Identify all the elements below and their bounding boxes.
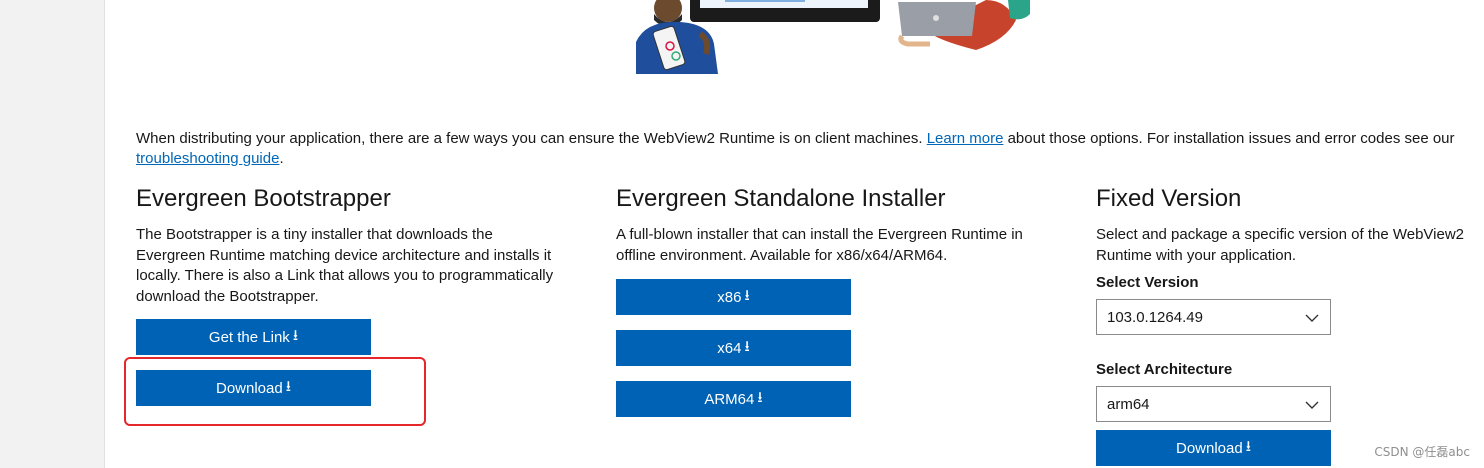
intro-text-3: . (279, 150, 284, 167)
troubleshooting-guide-link[interactable]: troubleshooting guide (136, 150, 279, 167)
fixed-version-title: Fixed Version (1096, 185, 1242, 212)
fixed-version-download-label: Download (1176, 439, 1243, 457)
x86-label: x86 (717, 288, 742, 306)
hero-illustration (636, 0, 1030, 74)
download-arrow-icon: ⭳ (744, 337, 750, 355)
get-the-link-button[interactable]: Get the Link ⭳ (136, 319, 371, 355)
arm64-download-button[interactable]: ARM64 ⭳ (616, 381, 851, 417)
architecture-select-value: arm64 (1107, 395, 1150, 413)
architecture-select[interactable]: arm64 (1096, 386, 1331, 422)
fixed-version-section: Fixed Version Select and package a speci… (1096, 183, 1466, 266)
standalone-title: Evergreen Standalone Installer (616, 185, 946, 212)
standalone-description: A full-blown installer that can install … (616, 226, 1023, 264)
arm64-label: ARM64 (704, 390, 755, 408)
download-arrow-icon: ⭳ (292, 326, 299, 344)
select-version-label: Select Version (1096, 274, 1199, 291)
get-the-link-label: Get the Link (208, 328, 290, 346)
bootstrapper-section: Evergreen Bootstrapper The Bootstrapper … (136, 183, 566, 307)
version-select[interactable]: 103.0.1264.49 (1096, 299, 1331, 335)
red-highlight-box (124, 357, 426, 426)
download-arrow-icon: ⭳ (1245, 437, 1251, 455)
x64-download-button[interactable]: x64 ⭳ (616, 330, 851, 366)
chevron-down-icon (1305, 314, 1319, 322)
x86-download-button[interactable]: x86 ⭳ (616, 279, 851, 315)
fixed-version-description: Select and package a specific version of… (1096, 226, 1464, 264)
intro-text-2: about those options. For installation is… (1003, 130, 1455, 147)
intro-text-1: When distributing your application, ther… (136, 130, 927, 147)
csdn-watermark: CSDN @任磊abc (1374, 445, 1470, 459)
download-arrow-icon: ⭳ (744, 286, 750, 304)
download-arrow-icon: ⭳ (757, 388, 763, 406)
bootstrapper-description: The Bootstrapper is a tiny installer tha… (136, 226, 554, 305)
learn-more-link[interactable]: Learn more (927, 130, 1004, 147)
x64-label: x64 (717, 339, 742, 357)
bootstrapper-title: Evergreen Bootstrapper (136, 185, 391, 212)
standalone-section: Evergreen Standalone Installer A full-bl… (616, 183, 1046, 266)
version-select-value: 103.0.1264.49 (1107, 308, 1203, 326)
left-sidebar-gutter (0, 0, 105, 468)
fixed-version-download-button[interactable]: Download ⭳ (1096, 430, 1331, 466)
intro-paragraph: When distributing your application, ther… (136, 129, 1456, 169)
chevron-down-icon (1305, 401, 1319, 409)
select-architecture-label: Select Architecture (1096, 361, 1233, 378)
